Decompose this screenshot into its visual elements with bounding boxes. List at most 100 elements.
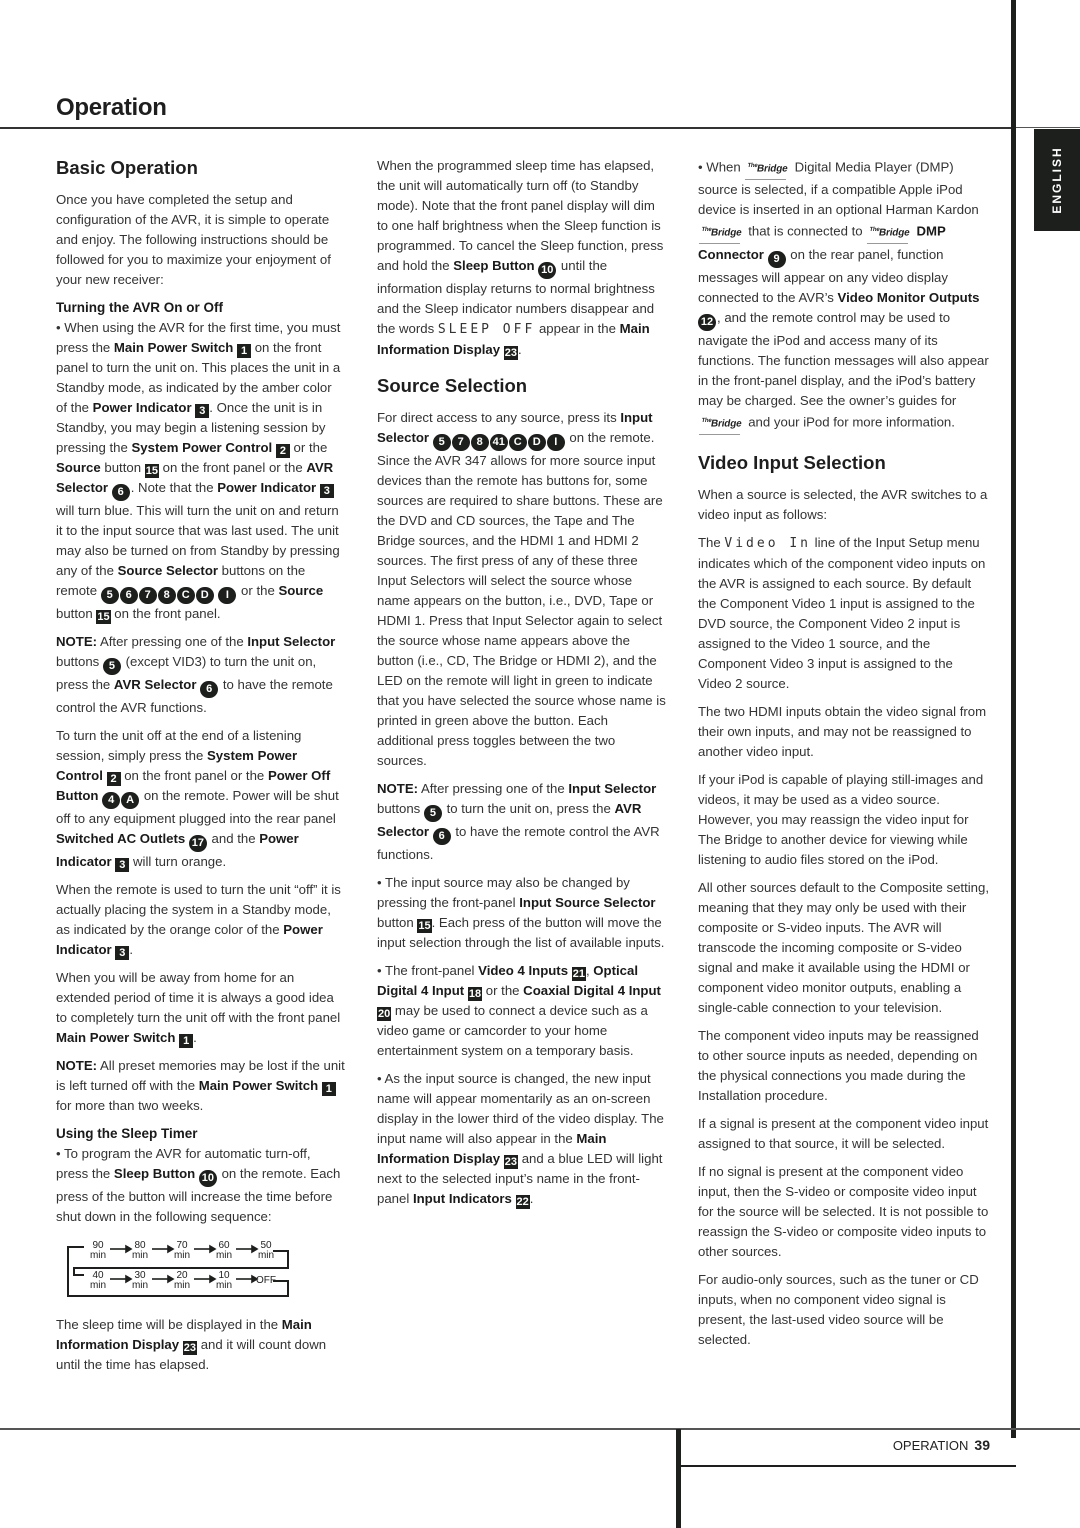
remote-ref: D (195, 587, 214, 604)
ref-number: 23 (182, 1341, 198, 1355)
remote-ref: 7 (138, 587, 157, 604)
ref-number: 1 (179, 1034, 194, 1048)
ref-number: 2 (106, 772, 121, 786)
paragraph: To turn the unit off at the end of a lis… (56, 728, 339, 872)
sleep-step-unit: min (131, 1280, 149, 1291)
ref-number: 20 (377, 1007, 392, 1021)
sleep-step-unit: min (131, 1250, 149, 1261)
paragraph: When the remote is used to turn the unit… (56, 882, 341, 960)
paragraph: • When using the AVR for the first time,… (56, 320, 341, 624)
paragraph: The two HDMI inputs obtain the video sig… (698, 703, 987, 759)
paragraph: The sleep time will be displayed in the … (56, 1317, 327, 1372)
remote-ref: 10 (198, 1170, 217, 1187)
remote-ref: 5 (102, 658, 121, 675)
paragraph: If no signal is present at the component… (698, 1163, 989, 1259)
remote-ref: 6 (200, 681, 219, 698)
remote-ref: 10 (538, 262, 557, 279)
rear-panel-ref: 12 (698, 313, 716, 331)
page-title: Operation (56, 94, 167, 121)
ref-number: 1 (321, 1082, 336, 1096)
page-footer: OPERATION 39 (680, 1437, 990, 1453)
remote-ref: I (546, 434, 565, 451)
sleep-step-unit: min (257, 1250, 275, 1261)
remote-ref: 8 (157, 587, 176, 604)
ref-number: 3 (115, 858, 130, 872)
paragraph: • The front-panel Video 4 Inputs 21, Opt… (377, 963, 661, 1058)
remote-ref: C (176, 587, 195, 604)
remote-ref: 41 (489, 434, 508, 451)
sleep-step: 80 min (128, 1241, 152, 1261)
paragraph: For direct access to any source, press i… (377, 410, 666, 768)
sleep-step: 40 min (86, 1271, 110, 1291)
paragraph: If a signal is present at the component … (698, 1115, 989, 1151)
lcd-text: SLEEP OFF (437, 322, 536, 337)
ref-number: 21 (571, 967, 586, 981)
remote-ref: 5 (432, 434, 451, 451)
rear-panel-ref: 9 (767, 250, 786, 268)
column-1: Basic Operation Once you have completed … (56, 156, 346, 1383)
header-rule (0, 127, 1013, 129)
remote-ref: 6 (432, 828, 451, 845)
sleep-step-unit: min (215, 1280, 233, 1291)
right-margin-rule (1011, 0, 1016, 1438)
paragraph: • When TheBridge Digital Media Player (D… (698, 156, 990, 435)
footer-box-rule (680, 1465, 1016, 1467)
sleep-step: 70 min (170, 1241, 194, 1261)
ref-number: 23 (503, 1155, 519, 1169)
ref-number: 23 (503, 346, 519, 360)
remote-ref: 6 (119, 587, 138, 604)
the-bridge-logo: TheBridge (698, 220, 744, 245)
section-heading-basic-operation: Basic Operation (56, 157, 198, 178)
page-number: 39 (974, 1437, 990, 1453)
sleep-step-unit: min (173, 1280, 191, 1291)
paragraph: • To program the AVR for automatic turn-… (56, 1146, 341, 1224)
ref-number: 15 (96, 610, 111, 624)
sleep-step: 10 min (212, 1271, 236, 1291)
subheading-sleep-timer: Using the Sleep Timer (56, 1126, 198, 1141)
ref-number: 15 (144, 464, 159, 478)
the-bridge-logo: TheBridge (745, 156, 791, 181)
remote-ref: 6 (111, 484, 130, 501)
ref-number: 3 (319, 484, 334, 498)
remote-ref: A (121, 792, 140, 809)
note-paragraph: NOTE: After pressing one of the Input Se… (377, 781, 660, 862)
paragraph: • The input source may also be changed b… (377, 875, 665, 950)
lcd-text: Video In (724, 535, 812, 551)
sleep-step: 30 min (128, 1271, 152, 1291)
sleep-step-unit: min (89, 1250, 107, 1261)
sleep-step: 50 min (254, 1241, 278, 1261)
remote-ref: 5 (100, 587, 119, 604)
sleep-step: 60 min (212, 1241, 236, 1261)
section-heading-source-selection: Source Selection (377, 375, 528, 396)
remote-ref: D (527, 434, 546, 451)
subheading-turning-on-off: Turning the AVR On or Off (56, 300, 223, 315)
paragraph: All other sources default to the Composi… (698, 879, 990, 1015)
note-paragraph: NOTE: All preset memories may be lost if… (56, 1058, 345, 1113)
remote-ref: 7 (451, 434, 470, 451)
ref-number: 1 (237, 344, 252, 358)
language-label: ENGLISH (1050, 146, 1064, 214)
language-tab: ENGLISH (1034, 129, 1080, 231)
sleep-step-unit: min (173, 1250, 191, 1261)
remote-ref: I (218, 587, 237, 604)
sleep-step-value: OFF (256, 1275, 276, 1286)
the-bridge-logo: TheBridge (867, 220, 912, 245)
sleep-step: 90 min (86, 1241, 110, 1261)
ref-number: 15 (417, 919, 432, 933)
paragraph: When a source is selected, the AVR switc… (698, 486, 988, 522)
the-bridge-logo: TheBridge (698, 410, 744, 435)
intro-paragraph: Once you have completed the setup and co… (56, 192, 331, 287)
sleep-sequence-diagram: 90 min 80 min 70 min 60 min 50 min 40 min 30 min 20 min… (62, 1241, 292, 1297)
remote-ref: 5 (423, 805, 442, 822)
paragraph: • As the input source is changed, the ne… (377, 1071, 664, 1209)
column-2: When the programmed sleep time has elaps… (377, 156, 667, 1217)
footer-section: OPERATION (892, 1438, 969, 1453)
ref-number: 3 (115, 946, 130, 960)
rear-panel-ref: 17 (188, 835, 207, 852)
note-paragraph: NOTE: After pressing one of the Input Se… (56, 634, 336, 715)
remote-ref: C (508, 434, 527, 451)
paragraph: The component video inputs may be reassi… (698, 1027, 979, 1103)
sleep-step: 20 min (170, 1271, 194, 1291)
section-heading-video-input-selection: Video Input Selection (698, 451, 886, 473)
footer-rule (0, 1428, 1080, 1430)
